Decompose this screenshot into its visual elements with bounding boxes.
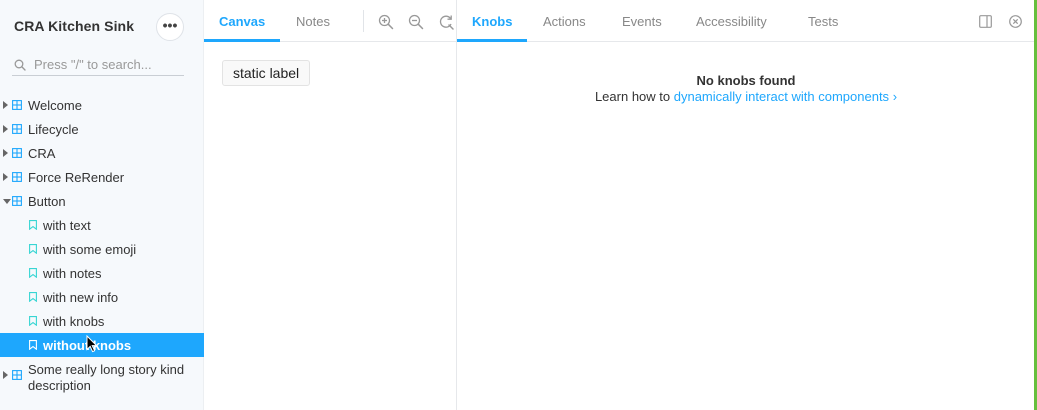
story-label: with notes [43, 266, 102, 281]
tree-group-lifecycle[interactable]: Lifecycle [0, 117, 204, 141]
story-label: with new info [43, 290, 119, 305]
tab-canvas[interactable]: Canvas [204, 0, 281, 42]
caret-down-icon [3, 199, 11, 204]
static-label-button[interactable]: static label [222, 60, 311, 86]
search-input[interactable] [34, 57, 180, 72]
story-with-text[interactable]: with text [0, 213, 204, 237]
chevron-right-icon: › [892, 89, 898, 104]
bookmark-icon [29, 220, 37, 230]
bookmark-icon [29, 244, 37, 254]
tab-accessibility[interactable]: Accessibility [696, 0, 767, 42]
tab-notes[interactable]: Notes [281, 0, 345, 42]
menu-button[interactable]: ••• [156, 13, 184, 41]
panel-orientation-icon[interactable] [979, 15, 992, 28]
component-icon [12, 172, 22, 182]
tree-group-label: Force ReRender [28, 169, 125, 185]
tree-group-cra[interactable]: CRA [0, 141, 204, 165]
search-icon [14, 59, 26, 71]
addons-tabbar: Knobs Actions Events Accessibility Tests [457, 0, 1035, 42]
component-icon [12, 100, 22, 110]
brand-title[interactable]: CRA Kitchen Sink [14, 18, 134, 34]
addons-panel: Knobs Actions Events Accessibility Tests… [456, 0, 1035, 410]
tab-events[interactable]: Events [622, 0, 662, 42]
preview-toolbar: Canvas Notes [204, 0, 456, 42]
empty-state-prefix: Learn how to [594, 89, 674, 104]
bookmark-icon [29, 268, 37, 278]
docs-link-text: dynamically interact with components [673, 89, 890, 104]
bookmark-icon [29, 316, 37, 326]
zoom-in-icon[interactable] [378, 14, 394, 30]
toolbar-divider [363, 10, 364, 32]
zoom-out-icon[interactable] [408, 14, 424, 30]
story-with-notes[interactable]: with notes [0, 261, 204, 285]
close-panel-icon[interactable] [1009, 15, 1022, 28]
ellipsis-icon: ••• [162, 17, 178, 33]
empty-state-title: No knobs found [696, 73, 796, 88]
tree-group-long-story-kind[interactable]: Some really long story kind description [0, 357, 204, 397]
story-label: with knobs [43, 314, 105, 329]
docs-link[interactable]: dynamically interact with components › [674, 89, 897, 104]
story-with-some-emoji[interactable]: with some emoji [0, 237, 204, 261]
tree-group-label: Some really long story kind description [28, 362, 185, 393]
tab-tests[interactable]: Tests [808, 0, 838, 42]
story-with-knobs[interactable]: with knobs [0, 309, 204, 333]
story-with-new-info[interactable]: with new info [0, 285, 204, 309]
tab-actions[interactable]: Actions [543, 0, 586, 42]
story-label: with text [43, 218, 91, 233]
story-without-knobs[interactable]: without knobs [0, 333, 204, 357]
preview-area: Canvas Notes static label [204, 0, 456, 410]
tree-group-welcome[interactable]: Welcome [0, 93, 204, 117]
caret-right-icon [3, 101, 8, 109]
bookmark-icon [29, 340, 37, 350]
tab-knobs[interactable]: Knobs [457, 0, 528, 42]
caret-right-icon [3, 371, 8, 379]
component-icon [12, 370, 22, 380]
component-icon [12, 148, 22, 158]
caret-right-icon [3, 149, 8, 157]
bookmark-icon [29, 292, 37, 302]
sidebar: CRA Kitchen Sink ••• Welcome Lifecycle C… [0, 0, 204, 410]
caret-right-icon [3, 125, 8, 133]
tree-group-label: Welcome [28, 97, 82, 113]
tree-group-force-rerender[interactable]: Force ReRender [0, 165, 204, 189]
search-bar [12, 54, 184, 76]
component-icon [12, 196, 22, 206]
empty-state-message: Learn how to dynamically interact with c… [457, 89, 1035, 104]
tree-group-label: Button [28, 193, 66, 209]
zoom-reset-icon[interactable] [438, 14, 454, 30]
story-label: with some emoji [43, 242, 137, 257]
component-icon [12, 124, 22, 134]
tree-group-label: Lifecycle [28, 121, 79, 137]
tree-group-label: CRA [28, 145, 56, 161]
mouse-pointer-icon [86, 335, 98, 353]
story-tree: Welcome Lifecycle CRA Force ReRender But… [0, 93, 204, 397]
tree-group-button[interactable]: Button [0, 189, 204, 213]
caret-right-icon [3, 173, 8, 181]
